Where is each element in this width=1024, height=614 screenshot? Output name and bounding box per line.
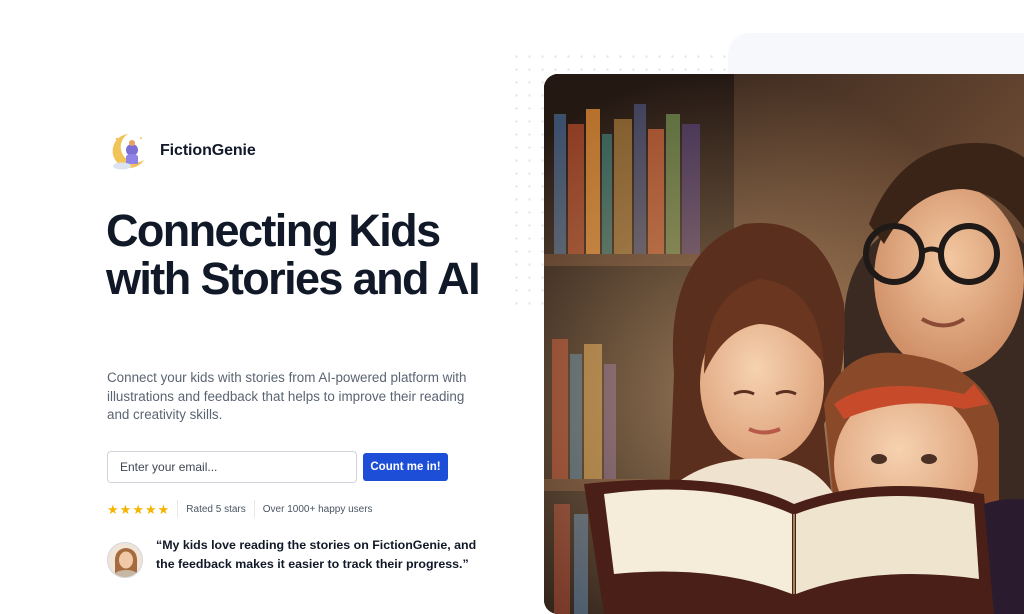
brand-name: FictionGenie — [160, 142, 256, 159]
star-rating: ★ ★ ★ ★ ★ — [107, 503, 169, 516]
hero-headline: Connecting Kids with Stories and AI — [106, 205, 481, 304]
star-icon: ★ — [144, 501, 157, 517]
star-icon: ★ — [157, 501, 170, 517]
testimonial-quote: “My kids love reading the stories on Fic… — [156, 538, 477, 571]
star-icon: ★ — [119, 501, 132, 517]
happy-users-label: Over 1000+ happy users — [262, 503, 373, 515]
rating-bar: ★ ★ ★ ★ ★ Rated 5 stars Over 1000+ happy… — [107, 499, 373, 519]
count-me-in-button[interactable]: Count me in! — [363, 453, 448, 481]
parent-avatar — [107, 542, 143, 578]
family-reading-illustration — [544, 74, 1024, 614]
email-input[interactable] — [107, 451, 357, 483]
star-icon: ★ — [132, 501, 144, 517]
divider — [177, 500, 179, 518]
hero-description: Connect your kids with stories from AI-p… — [107, 370, 467, 422]
genie-moon-logo-icon — [112, 134, 144, 170]
divider — [253, 500, 255, 518]
star-icon: ★ — [107, 501, 119, 517]
rated-label: Rated 5 stars — [186, 503, 246, 515]
brand-logo[interactable]: FictionGenie — [108, 130, 256, 172]
